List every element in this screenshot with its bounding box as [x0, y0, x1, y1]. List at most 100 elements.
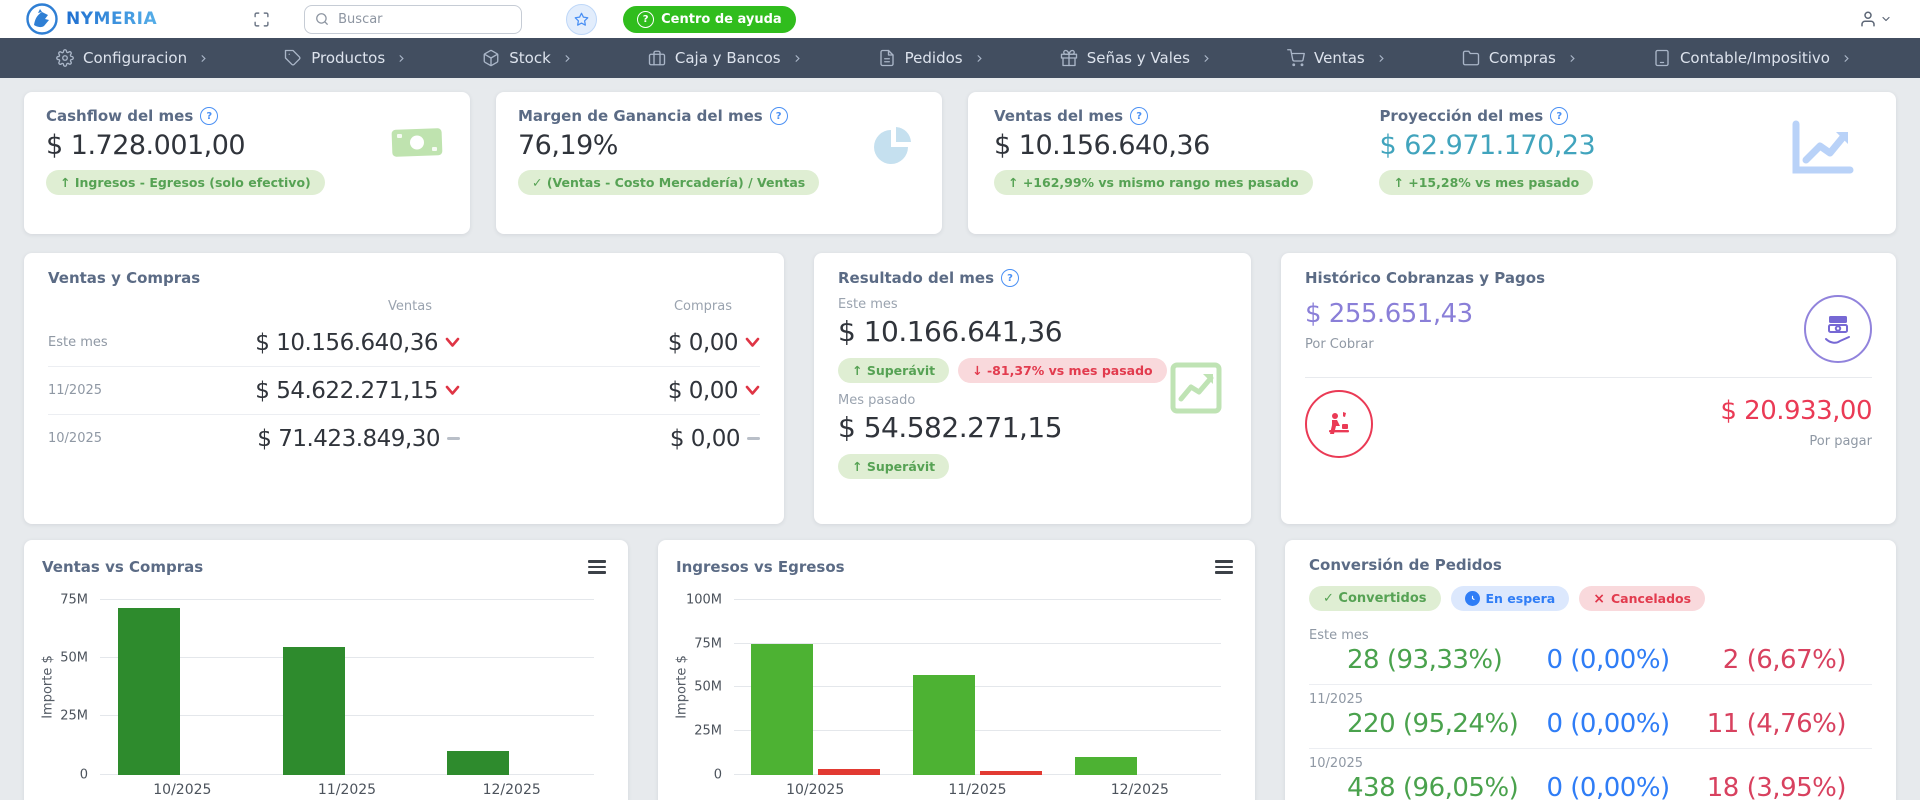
ingresos-vs-egresos-chart: Ingresos vs Egresos Importe $ 025M50M75M…: [658, 540, 1255, 800]
nav-label: Contable/Impositivo: [1680, 49, 1830, 67]
help-icon[interactable]: ?: [1550, 107, 1568, 125]
compras-value: $ 0,00: [668, 330, 738, 356]
y-axis-label: Importe $: [675, 656, 690, 720]
waiting-value: 0 (0,00%): [1520, 645, 1696, 675]
help-center-button[interactable]: ? Centro de ayuda: [623, 6, 796, 33]
nav-item-configuracion[interactable]: Configuracion: [56, 49, 209, 67]
bar-group: [734, 600, 896, 775]
chevron-down-icon: [1880, 13, 1892, 25]
line-chart-icon: [1169, 361, 1223, 415]
cancelled-value: 18 (3,95%): [1696, 773, 1872, 800]
x-tick-label: 11/2025: [896, 782, 1058, 798]
projection-value: $ 62.971.170,23: [1379, 130, 1764, 161]
search-icon: [315, 12, 329, 26]
x-axis-labels: 10/202511/202512/2025: [100, 782, 594, 798]
star-icon: [574, 12, 589, 27]
question-icon: ?: [637, 11, 654, 28]
x-tick-label: 11/2025: [265, 782, 430, 798]
bar-group: [1059, 600, 1221, 775]
trend-flat-icon: [747, 437, 760, 440]
margin-title: Margen de Ganancia del mes ?: [518, 107, 920, 125]
historico-card: Histórico Cobranzas y Pagos $ 255.651,43…: [1281, 253, 1896, 524]
bar-groups: [734, 600, 1221, 775]
search-box[interactable]: [304, 5, 522, 34]
hand-money-icon: [1804, 295, 1872, 363]
conversion-pedidos-card: Conversión de Pedidos ✓ Convertidos En e…: [1285, 540, 1896, 800]
chip-label: ✓ Convertidos: [1323, 591, 1427, 606]
help-icon[interactable]: ?: [1001, 269, 1019, 287]
nav-item-stock[interactable]: Stock: [482, 49, 573, 67]
bar-group: [265, 600, 430, 775]
row-label: 11/2025: [1309, 692, 1872, 707]
x-tick-label: 10/2025: [100, 782, 265, 798]
nav-label: Productos: [311, 49, 385, 67]
cashflow-formula-badge: ↑ Ingresos - Egresos (solo efectivo): [46, 170, 325, 195]
egresos-bar[interactable]: [818, 769, 880, 775]
chevron-right-icon: [1201, 53, 1212, 64]
nav-item-ventas[interactable]: Ventas: [1287, 49, 1387, 67]
pie-icon: [870, 124, 916, 170]
y-axis-label: Importe $: [41, 656, 56, 720]
ventas-bar[interactable]: [447, 751, 509, 775]
help-icon[interactable]: ?: [770, 107, 788, 125]
chart-menu-button[interactable]: [1211, 556, 1237, 578]
card-title-text: Ventas del mes: [994, 107, 1123, 125]
card-title-text: Cashflow del mes: [46, 107, 193, 125]
chevron-right-icon: [792, 53, 803, 64]
receivable-label: Por Cobrar: [1305, 337, 1473, 352]
card-title-text: Conversión de Pedidos: [1309, 556, 1502, 574]
table-row: 10/2025 $ 71.423.849,30 $ 0,00: [48, 415, 760, 462]
ingresos-bar[interactable]: [751, 644, 813, 775]
row-label: 10/2025: [1309, 756, 1872, 771]
resultado-card: Resultado del mes ? Este mes $ 10.166.64…: [814, 253, 1251, 524]
chart-title: Ventas vs Compras: [42, 558, 203, 576]
nav-item-contable-impositivo[interactable]: Contable/Impositivo: [1653, 49, 1852, 67]
nav-label: Pedidos: [905, 49, 963, 67]
fullscreen-button[interactable]: [253, 11, 270, 28]
y-tick-label: 75M: [60, 592, 88, 607]
help-icon[interactable]: ?: [1130, 107, 1148, 125]
ventas-bar[interactable]: [283, 647, 345, 774]
chart-menu-button[interactable]: [584, 556, 610, 578]
card-title-text: Ventas y Compras: [48, 269, 200, 287]
trend-down-icon: [445, 337, 460, 348]
ventas-bar[interactable]: [118, 608, 180, 775]
receivable-value: $ 255.651,43: [1305, 299, 1473, 329]
ingresos-bar[interactable]: [913, 675, 975, 775]
chart-plot-area: Importe $ 025M50M75M100M: [734, 600, 1221, 775]
nav-item-pedidos[interactable]: Pedidos: [878, 49, 985, 67]
chevron-right-icon: [974, 53, 985, 64]
favorites-button[interactable]: [566, 4, 597, 35]
gear-icon: [56, 49, 74, 67]
this-month-value: $ 10.166.641,36: [838, 315, 1227, 348]
trend-down-icon: [745, 337, 760, 348]
briefcase-icon: [648, 49, 666, 67]
chevron-right-icon: [562, 53, 573, 64]
app-header: NYMERIA ? Centro de ayuda: [0, 0, 1920, 38]
nav-label: Señas y Vales: [1087, 49, 1190, 67]
last-month-value: $ 54.582.271,15: [838, 411, 1227, 444]
nav-item-senas-y-vales[interactable]: Señas y Vales: [1060, 49, 1212, 67]
user-menu[interactable]: [1859, 10, 1892, 28]
brand-name: NYMERIA: [66, 9, 157, 29]
y-tick-label: 25M: [694, 724, 722, 739]
divider: [1305, 377, 1872, 378]
help-icon[interactable]: ?: [200, 107, 218, 125]
gift-icon: [1060, 49, 1078, 67]
search-input[interactable]: [336, 11, 511, 28]
brand-logo[interactable]: NYMERIA: [26, 3, 157, 35]
cube-icon: [482, 49, 500, 67]
egresos-bar[interactable]: [980, 771, 1042, 775]
nav-item-compras[interactable]: Compras: [1462, 49, 1578, 67]
table-row: 11/2025 $ 54.622.271,15 $ 0,00: [48, 367, 760, 415]
nav-item-caja-y-bancos[interactable]: Caja y Bancos: [648, 49, 803, 67]
vs-last-month-badge: ↓ -81,37% vs mes pasado: [958, 358, 1166, 383]
cancelled-value: 2 (6,67%): [1696, 645, 1872, 675]
ingresos-bar[interactable]: [1075, 757, 1137, 775]
dashboard-page: NYMERIA ? Centro de ayuda: [0, 0, 1920, 800]
chart-title: Ingresos vs Egresos: [676, 558, 845, 576]
nav-item-productos[interactable]: Productos: [284, 49, 407, 67]
conversion-row: 10/2025 438 (96,05%) 0 (0,00%) 18 (3,95%…: [1309, 749, 1872, 800]
payable-label: Por pagar: [1720, 434, 1872, 449]
table-row: Este mes $ 10.156.640,36 $ 0,00: [48, 319, 760, 367]
